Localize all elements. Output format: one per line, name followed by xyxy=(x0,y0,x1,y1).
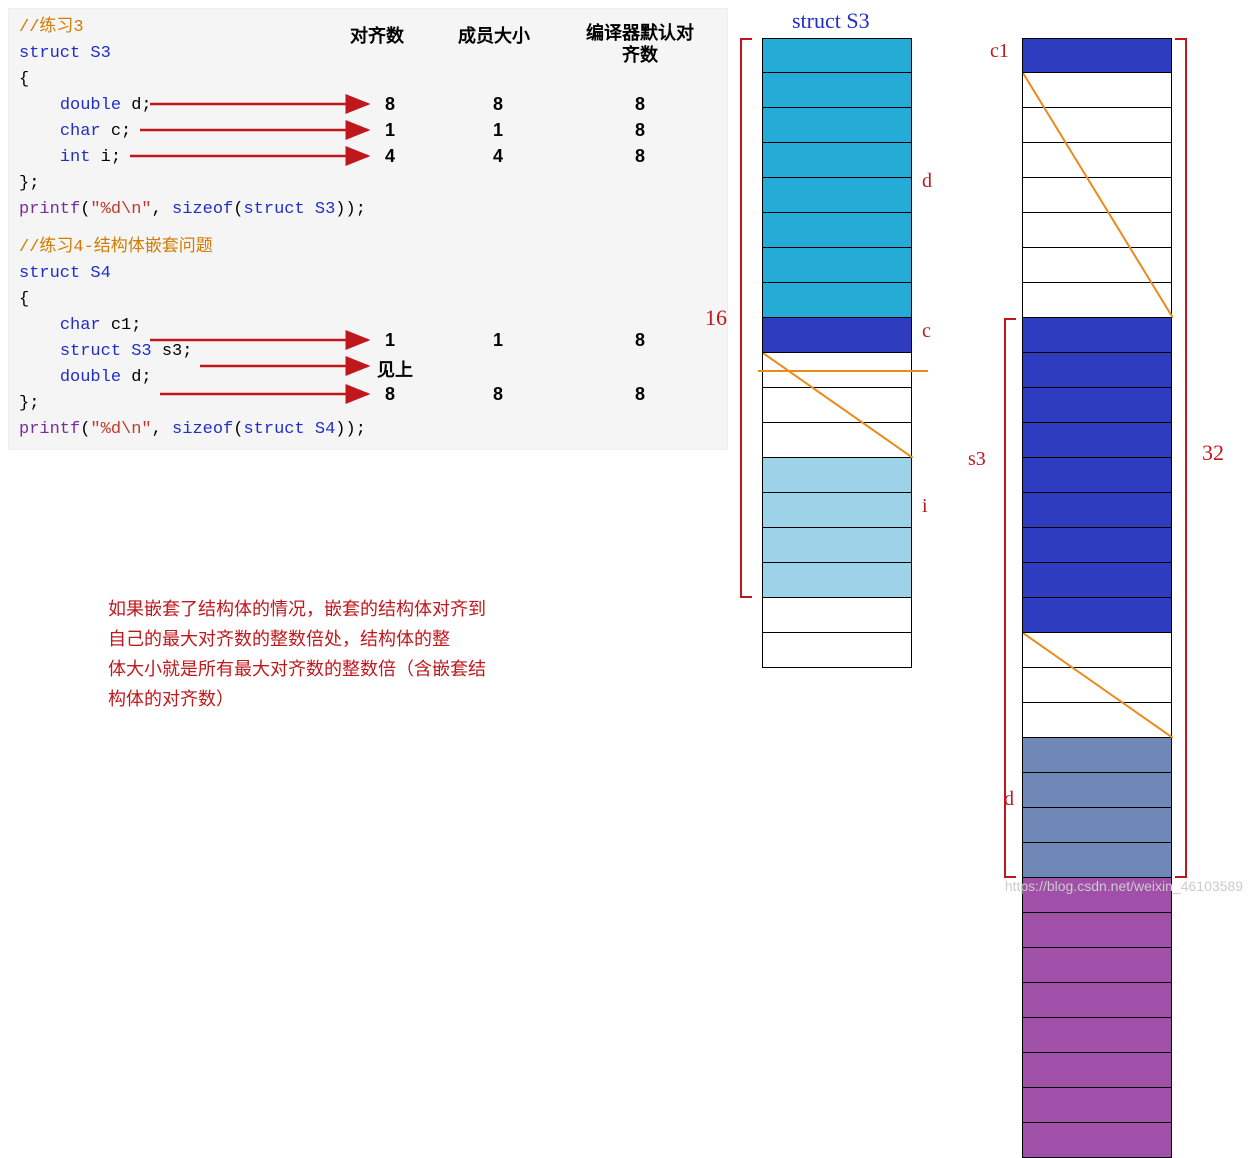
watermark: https://blog.csdn.net/weixin_46103589 xyxy=(1005,878,1243,894)
brace-16 xyxy=(740,38,742,598)
s3-title: struct S3 xyxy=(792,8,870,34)
s3-stack xyxy=(762,38,912,668)
code-comment: //练习3 xyxy=(19,18,84,37)
header-align: 对齐数 xyxy=(350,22,404,48)
header-size: 成员大小 xyxy=(458,22,530,48)
note-text: 如果嵌套了结构体的情况，嵌套的结构体对齐到 自己的最大对齐数的整数倍处，结构体的… xyxy=(108,594,486,714)
header-default: 编译器默认对齐数 xyxy=(580,22,700,66)
s4-stack xyxy=(1022,38,1172,1158)
brace-32 xyxy=(1185,38,1187,878)
